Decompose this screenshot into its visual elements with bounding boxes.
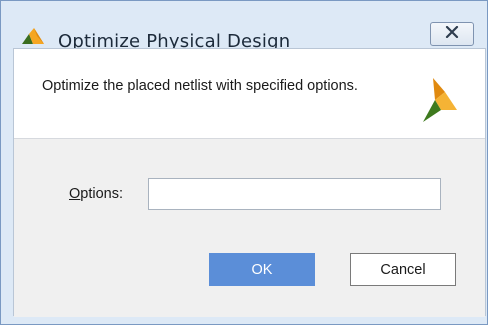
options-label-mnemonic: O	[69, 186, 81, 202]
close-button[interactable]	[430, 22, 474, 46]
dialog-content: Optimize the placed netlist with specifi…	[13, 48, 486, 317]
cancel-button[interactable]: Cancel	[350, 253, 456, 286]
header-panel: Optimize the placed netlist with specifi…	[14, 49, 485, 139]
options-panel: Options: OK Cancel	[14, 139, 485, 317]
vivado-logo-icon	[22, 28, 44, 44]
title-bar[interactable]: Optimize Physical Design	[1, 1, 487, 52]
options-input[interactable]	[148, 178, 441, 210]
options-label-text: ptions:	[80, 186, 124, 202]
ok-button[interactable]: OK	[209, 253, 315, 286]
dialog-description: Optimize the placed netlist with specifi…	[42, 78, 358, 94]
options-label: Options:	[69, 186, 123, 202]
dialog-window: Optimize Physical Design Optimize the pl…	[0, 0, 488, 325]
close-icon	[445, 25, 459, 43]
vivado-logo-icon	[419, 78, 463, 122]
